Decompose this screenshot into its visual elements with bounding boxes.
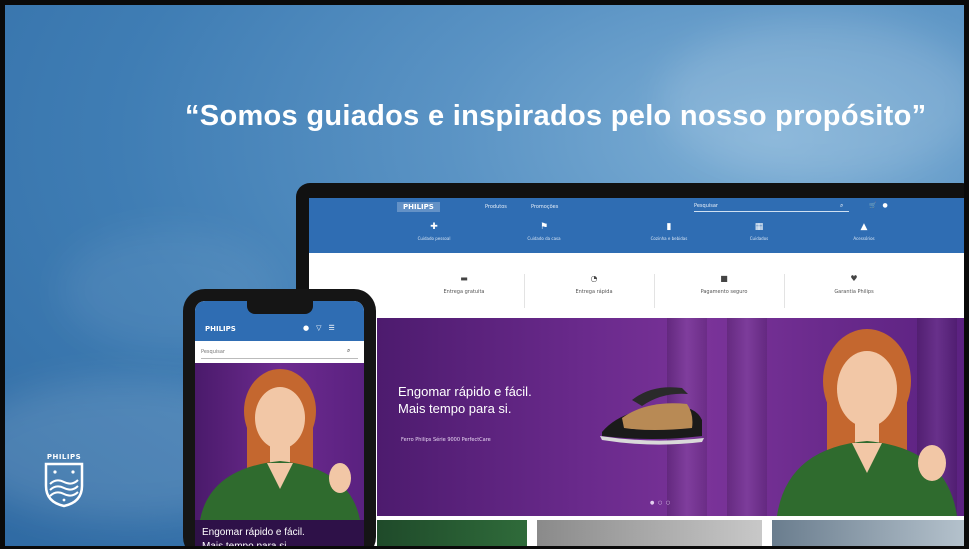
benefit-label: Entrega gratuita (443, 289, 485, 295)
benefit-item[interactable]: ■ Pagamento seguro (659, 274, 789, 295)
category-personal[interactable]: ✚ Cuidado pessoal (379, 222, 489, 241)
phone-hero-banner[interactable] (195, 363, 364, 520)
phone-device: PHILIPS ●▽☰ Pesquisar ⌕ Engomar rápido e… (183, 289, 376, 549)
divider (524, 274, 525, 308)
bag-icon: ▲ (860, 222, 868, 232)
category-label: Cuidado da casa (527, 236, 561, 241)
menu-icon[interactable]: ☰ (329, 324, 342, 332)
philips-shield-logo: PHILIPS (41, 453, 87, 509)
philips-wordmark: PHILIPS (46, 453, 82, 461)
divider (784, 274, 785, 308)
phone-header-icons: ●▽☰ (303, 324, 342, 332)
hero-title-line: Engomar rápido e fácil. (398, 384, 532, 399)
cart-icon[interactable]: ▽ (316, 324, 328, 332)
model-woman-image (777, 329, 957, 516)
benefit-label: Pagamento seguro (700, 289, 748, 295)
phone-search-input[interactable]: Pesquisar (201, 346, 358, 359)
shield-icon (44, 462, 84, 508)
benefit-label: Garantia Philips (834, 289, 874, 295)
grid-icon: ▦ (754, 222, 764, 232)
benefit-item[interactable]: ▬ Entrega gratuita (399, 274, 529, 295)
phone-hero-title: Engomar rápido e fácil. Mais tempo para … (202, 526, 305, 549)
phone-screen: PHILIPS ●▽☰ Pesquisar ⌕ Engomar rápido e… (195, 301, 364, 549)
benefit-item[interactable]: ◔ Entrega rápida (529, 274, 659, 295)
promo-banner: “Somos guiados e inspirados pelo nosso p… (0, 0, 969, 549)
user-icon[interactable]: ● (303, 324, 316, 332)
person-icon: ✚ (430, 222, 438, 232)
user-icon[interactable]: ● (882, 202, 893, 209)
laptop-screen: PHILIPS Produtos Promoções Pesquisar ⌕ 🛒… (309, 198, 969, 548)
laptop-device: PHILIPS Produtos Promoções Pesquisar ⌕ 🛒… (296, 183, 969, 549)
search-icon[interactable]: ⌕ (347, 347, 350, 355)
lock-icon: ■ (720, 274, 728, 283)
model-woman-image (200, 369, 360, 520)
truck-icon: ▬ (460, 274, 468, 283)
cart-icon[interactable]: 🛒 (869, 202, 882, 209)
philips-logo[interactable]: PHILIPS (205, 325, 236, 333)
heart-icon: ♥ (850, 274, 858, 283)
phone-hero-title-line: Mais tempo para si. (202, 541, 290, 549)
site-header: PHILIPS Produtos Promoções Pesquisar ⌕ 🛒… (309, 198, 969, 253)
category-care[interactable]: ▦ Cuidados (704, 222, 814, 241)
category-label: Acessórios (853, 236, 875, 241)
headline: “Somos guiados e inspirados pelo nosso p… (185, 100, 927, 132)
hero-subtitle: Ferro Philips Série 9000 PerfectCare (401, 437, 491, 443)
product-tiles (377, 520, 969, 548)
product-tile[interactable] (377, 520, 527, 548)
curtain-shade (727, 318, 767, 516)
category-label: Cuidado pessoal (417, 236, 451, 241)
nav-promotions[interactable]: Promoções (531, 204, 558, 210)
philips-logo[interactable]: PHILIPS (397, 202, 440, 212)
search-icon[interactable]: ⌕ (840, 202, 843, 210)
phone-notch (247, 301, 313, 314)
clock-icon: ◔ (590, 274, 598, 283)
benefit-label: Entrega rápida (575, 289, 613, 295)
product-tile[interactable] (537, 520, 762, 548)
category-home[interactable]: ⚑ Cuidado da casa (489, 222, 599, 241)
category-accessories[interactable]: ▲ Acessórios (809, 222, 919, 241)
header-icons: 🛒● (869, 202, 894, 209)
category-label: Cuidados (749, 236, 769, 241)
benefit-item[interactable]: ♥ Garantia Philips (789, 274, 919, 295)
divider (654, 274, 655, 308)
hero-title-line: Mais tempo para si. (398, 401, 512, 416)
product-tile[interactable] (772, 520, 969, 548)
phone-hero-title-line: Engomar rápido e fácil. (202, 527, 305, 538)
benefits-bar: ▬ Entrega gratuita ◔ Entrega rápida ■ Pa… (399, 266, 969, 314)
steam-iron-image (600, 387, 704, 445)
nav-products[interactable]: Produtos (485, 204, 507, 210)
search-input[interactable]: Pesquisar (694, 202, 849, 212)
carousel-dots[interactable]: ● ○ ○ (650, 500, 671, 506)
hero-title: Engomar rápido e fácil. Mais tempo para … (398, 383, 532, 417)
phone-hero-caption: Engomar rápido e fácil. Mais tempo para … (195, 520, 364, 549)
hero-banner[interactable]: Engomar rápido e fácil. Mais tempo para … (377, 318, 969, 516)
home-icon: ⚑ (539, 222, 549, 232)
